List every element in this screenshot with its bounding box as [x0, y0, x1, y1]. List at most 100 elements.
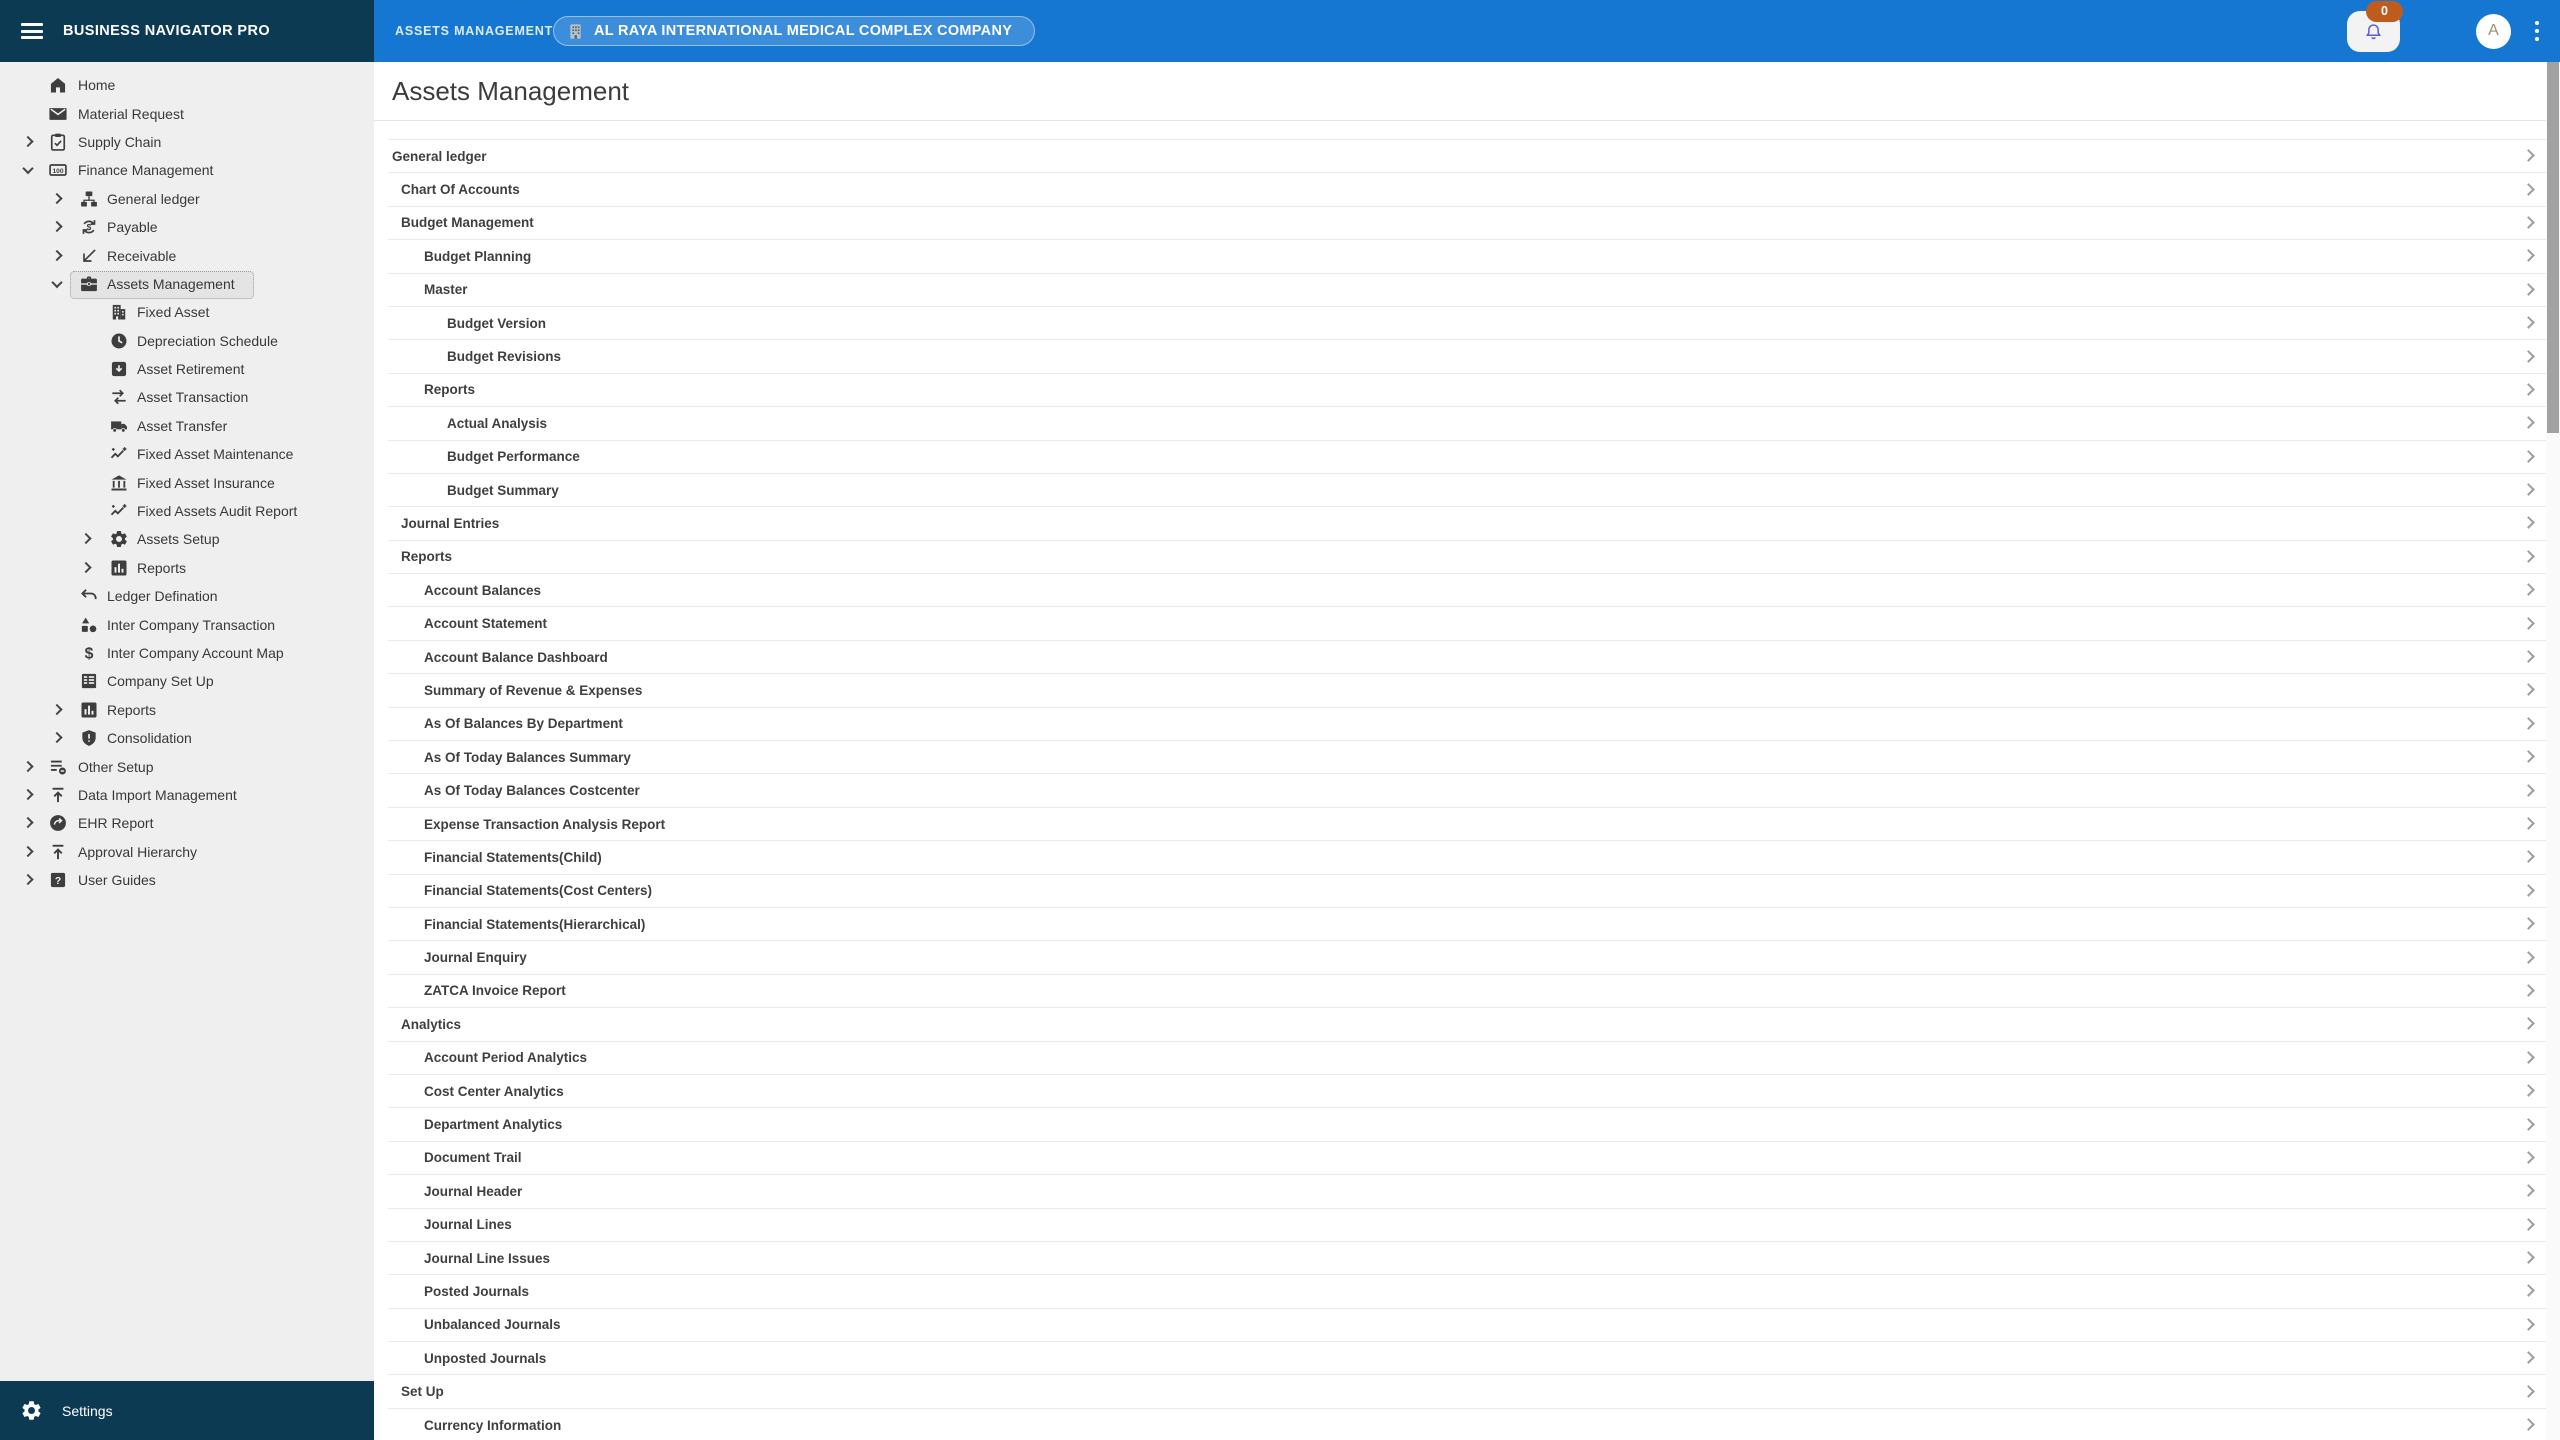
- company-selector-chip[interactable]: AL RAYA INTERNATIONAL MEDICAL COMPLEX CO…: [553, 16, 1036, 46]
- tree-row-financial-statements-hierarchical[interactable]: Financial Statements(Hierarchical): [388, 908, 2546, 942]
- chevron-right-icon: [2522, 683, 2535, 697]
- tree-row-label: Account Statement: [424, 616, 548, 632]
- sidebar-item-inter-company-account-map[interactable]: Inter Company Account Map: [0, 639, 374, 667]
- tree-row-journal-entries[interactable]: Journal Entries: [388, 507, 2546, 541]
- tree-row-general-ledger[interactable]: General ledger: [388, 140, 2546, 174]
- tree-row-account-period-analytics[interactable]: Account Period Analytics: [388, 1042, 2546, 1075]
- sidebar-item-fixed-asset-maintenance[interactable]: Fixed Asset Maintenance: [0, 440, 374, 468]
- sidebar-item-payable[interactable]: Payable: [0, 213, 374, 241]
- chevron-right-icon: [2522, 249, 2535, 263]
- sidebar-item-asset-transaction[interactable]: Asset Transaction: [0, 383, 374, 411]
- tree-row-analytics[interactable]: Analytics: [388, 1008, 2546, 1042]
- tree-row-cost-center-analytics[interactable]: Cost Center Analytics: [388, 1075, 2546, 1109]
- tree-row-summary-of-revenue-expenses[interactable]: Summary of Revenue & Expenses: [388, 674, 2546, 708]
- tree-row-as-of-today-balances-costcenter[interactable]: As Of Today Balances Costcenter: [388, 774, 2546, 808]
- tree-row-journal-header[interactable]: Journal Header: [388, 1175, 2546, 1209]
- tree-row-account-balances[interactable]: Account Balances: [388, 574, 2546, 608]
- sidebar-item-fixed-asset[interactable]: Fixed Asset: [0, 298, 374, 326]
- tree-row-as-of-balances-by-department[interactable]: As Of Balances By Department: [388, 708, 2546, 742]
- sidebar-item-fixed-assets-audit-report[interactable]: Fixed Assets Audit Report: [0, 497, 374, 525]
- tree-row-currency-information[interactable]: Currency Information: [388, 1409, 2546, 1440]
- sidebar-item-label: EHR Report: [78, 815, 154, 832]
- tree-row-budget-planning[interactable]: Budget Planning: [388, 240, 2546, 274]
- sidebar-item-finance-management[interactable]: Finance Management: [0, 156, 374, 184]
- sidebar-item-reports[interactable]: Reports: [0, 696, 374, 724]
- tree-row-label: Master: [424, 282, 468, 298]
- tree-row-department-analytics[interactable]: Department Analytics: [388, 1108, 2546, 1142]
- tree-row-journal-lines[interactable]: Journal Lines: [388, 1209, 2546, 1242]
- sidebar-item-label: Supply Chain: [78, 133, 162, 150]
- tree-row-label: Currency Information: [424, 1417, 562, 1433]
- tree-row-set-up[interactable]: Set Up: [388, 1375, 2546, 1409]
- sidebar-item-data-import-management[interactable]: Data Import Management: [0, 781, 374, 809]
- chevron-right-icon: [2522, 817, 2535, 830]
- tree-row-budget-summary[interactable]: Budget Summary: [388, 474, 2546, 508]
- avatar[interactable]: A: [2476, 13, 2511, 49]
- sidebar-item-assets-management[interactable]: Assets Management: [0, 270, 374, 300]
- tree-row-document-trail[interactable]: Document Trail: [388, 1142, 2546, 1176]
- sidebar-item-label: Ledger Defination: [107, 588, 218, 605]
- chevron-right-icon: [2522, 1117, 2535, 1131]
- tree-row-account-statement[interactable]: Account Statement: [388, 607, 2546, 641]
- tree-row-actual-analysis[interactable]: Actual Analysis: [388, 407, 2546, 441]
- tree-row-expense-transaction-analysis-report[interactable]: Expense Transaction Analysis Report: [388, 808, 2546, 842]
- chevron-right-icon: [2522, 483, 2535, 496]
- sidebar-item-approval-hierarchy[interactable]: Approval Hierarchy: [0, 838, 374, 866]
- tree-row-financial-statements-cost-centers[interactable]: Financial Statements(Cost Centers): [388, 875, 2546, 908]
- scrollbar-thumb[interactable]: [2547, 62, 2559, 433]
- sidebar-item-home[interactable]: Home: [0, 71, 374, 99]
- settings-button[interactable]: Settings: [0, 1381, 374, 1440]
- chevron-right-icon: [2522, 1418, 2535, 1431]
- tree-row-reports[interactable]: Reports: [388, 541, 2546, 575]
- tree-row-budget-performance[interactable]: Budget Performance: [388, 441, 2546, 474]
- sidebar-item-inter-company-transaction[interactable]: Inter Company Transaction: [0, 610, 374, 638]
- sidebar-item-assets-setup[interactable]: Assets Setup: [0, 525, 374, 553]
- sidebar-item-consolidation[interactable]: Consolidation: [0, 724, 374, 752]
- topbar-actions: 0 A: [2347, 0, 2546, 62]
- sidebar-item-supply-chain[interactable]: Supply Chain: [0, 128, 374, 156]
- tree-row-financial-statements-child[interactable]: Financial Statements(Child): [388, 841, 2546, 875]
- sidebar-item-receivable[interactable]: Receivable: [0, 241, 374, 269]
- sidebar-item-general-ledger[interactable]: General ledger: [0, 185, 374, 213]
- tree-row-journal-line-issues[interactable]: Journal Line Issues: [388, 1242, 2546, 1276]
- more-options-button[interactable]: [2528, 14, 2546, 49]
- chevron-right-icon: [2522, 1284, 2535, 1298]
- tree-row-budget-version[interactable]: Budget Version: [388, 307, 2546, 341]
- tree-row-label: Budget Summary: [447, 482, 559, 498]
- tree-row-label: Posted Journals: [424, 1283, 530, 1299]
- menu-icon[interactable]: [21, 23, 43, 39]
- sidebar-item-fixed-asset-insurance[interactable]: Fixed Asset Insurance: [0, 468, 374, 496]
- tree-row-label: Set Up: [401, 1384, 444, 1400]
- tree-row-unposted-journals[interactable]: Unposted Journals: [388, 1342, 2546, 1376]
- sidebar-item-material-request[interactable]: Material Request: [0, 99, 374, 127]
- tree-row-posted-journals[interactable]: Posted Journals: [388, 1275, 2546, 1309]
- tree-row-master[interactable]: Master: [388, 274, 2546, 307]
- tree-row-chart-of-accounts[interactable]: Chart Of Accounts: [388, 173, 2546, 207]
- tree-row-as-of-today-balances-summary[interactable]: As Of Today Balances Summary: [388, 741, 2546, 775]
- tree-row-budget-management[interactable]: Budget Management: [388, 207, 2546, 241]
- tree-row-label: Budget Revisions: [447, 349, 562, 365]
- tree-row-account-balance-dashboard[interactable]: Account Balance Dashboard: [388, 641, 2546, 675]
- topbar: ASSETS MANAGEMENT AL RAYA INTERNATIONAL …: [374, 0, 2560, 62]
- tree-row-journal-enquiry[interactable]: Journal Enquiry: [388, 941, 2546, 975]
- sidebar-item-user-guides[interactable]: User Guides: [0, 866, 374, 894]
- sidebar-item-ledger-defination[interactable]: Ledger Defination: [0, 582, 374, 610]
- tree-row-budget-revisions[interactable]: Budget Revisions: [388, 340, 2546, 374]
- tree-row-zatca-invoice-report[interactable]: ZATCA Invoice Report: [388, 975, 2546, 1009]
- sidebar-item-label: Inter Company Account Map: [107, 645, 284, 661]
- sidebar-item-label: Assets Setup: [137, 531, 220, 548]
- sidebar-item-depreciation-schedule[interactable]: Depreciation Schedule: [0, 327, 374, 355]
- sidebar-item-reports[interactable]: Reports: [0, 554, 374, 582]
- tree-row-label: Unbalanced Journals: [424, 1317, 561, 1333]
- tree-row-unbalanced-journals[interactable]: Unbalanced Journals: [388, 1309, 2546, 1343]
- sidebar-item-asset-transfer[interactable]: Asset Transfer: [0, 412, 374, 440]
- notifications-button[interactable]: 0: [2347, 0, 2403, 52]
- sidebar-item-asset-retirement[interactable]: Asset Retirement: [0, 355, 374, 383]
- sidebar-item-ehr-report[interactable]: EHR Report: [0, 809, 374, 837]
- sidebar-item-company-set-up[interactable]: Company Set Up: [0, 667, 374, 695]
- tree-row-label: ZATCA Invoice Report: [424, 983, 566, 999]
- tree-row-label: Journal Lines: [424, 1217, 512, 1233]
- scrollbar-track: [2546, 62, 2560, 1440]
- tree-row-reports[interactable]: Reports: [388, 374, 2546, 408]
- sidebar-item-other-setup[interactable]: Other Setup: [0, 752, 374, 780]
